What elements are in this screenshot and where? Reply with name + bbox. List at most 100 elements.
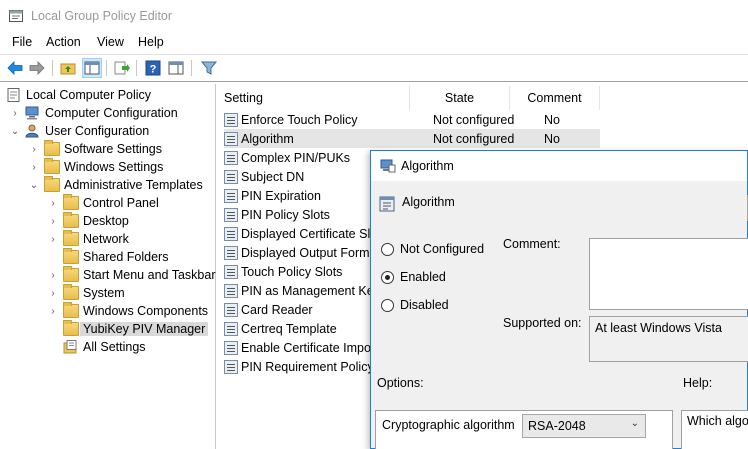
table-row[interactable]: Displayed Output Format [224, 243, 380, 262]
help-label: Help: [683, 376, 713, 390]
chevron-right-icon[interactable]: › [9, 107, 21, 119]
radio-not-configured[interactable]: Not Configured [381, 242, 484, 256]
tree-item-control-panel[interactable]: › Control Panel [47, 194, 159, 212]
chevron-right-icon[interactable]: › [47, 305, 59, 317]
column-header-state[interactable]: State [410, 86, 510, 110]
tree-item-windows-settings[interactable]: › Windows Settings [28, 158, 163, 176]
radio-enabled[interactable]: Enabled [381, 270, 446, 284]
tree-item-label: Administrative Templates [64, 178, 203, 192]
table-row[interactable]: PIN Requirement Policy [224, 357, 374, 376]
tree-item-software-settings[interactable]: › Software Settings [28, 140, 162, 158]
table-row[interactable]: PIN Expiration [224, 186, 321, 205]
chevron-right-icon[interactable]: › [28, 143, 40, 155]
folder-icon [63, 302, 79, 318]
dialog-titlebar[interactable]: Algorithm [371, 151, 747, 181]
chevron-right-icon[interactable]: › [47, 287, 59, 299]
help-text: Which algori [687, 414, 748, 428]
folder-icon [63, 212, 79, 228]
export-list-button[interactable] [112, 58, 132, 78]
setting-comment: No [544, 131, 560, 146]
show-hide-tree-button[interactable] [82, 58, 102, 78]
table-row[interactable]: Displayed Certificate Slots [224, 224, 387, 243]
table-row[interactable]: Algorithm Not configured No [224, 129, 600, 148]
chevron-right-icon[interactable]: › [47, 269, 59, 281]
crypto-algorithm-label: Cryptographic algorithm [382, 418, 515, 432]
forward-icon [29, 61, 45, 75]
menu-file[interactable]: File [12, 35, 32, 49]
table-row[interactable]: Certreq Template [224, 319, 337, 338]
table-row[interactable]: Subject DN [224, 167, 304, 186]
menu-help[interactable]: Help [138, 35, 164, 49]
options-label: Options: [377, 376, 424, 390]
comment-field[interactable] [589, 238, 748, 310]
table-row[interactable]: Enable Certificate Import [224, 338, 379, 357]
back-button[interactable] [5, 58, 25, 78]
policy-document-icon [7, 88, 20, 102]
chevron-right-icon[interactable]: › [28, 161, 40, 173]
up-folder-button[interactable] [58, 58, 78, 78]
tree-item-label: System [83, 286, 125, 300]
radio-circle [381, 298, 394, 312]
setting-name: PIN Policy Slots [241, 207, 330, 222]
tree-item-network[interactable]: › Network [47, 230, 129, 248]
tree-item-yubikey-piv-manager[interactable]: YubiKey PIV Manager [63, 320, 209, 338]
policy-setting-icon [224, 359, 238, 374]
show-hide-action-pane-button[interactable] [166, 58, 186, 78]
chevron-right-icon[interactable]: › [47, 233, 59, 245]
radio-label: Not Configured [400, 242, 485, 256]
menu-view[interactable]: View [97, 35, 124, 49]
policy-setting-icon [224, 169, 238, 184]
policy-setting-icon [224, 321, 238, 336]
group-policy-app-icon [9, 10, 23, 22]
policy-setting-icon [224, 302, 238, 317]
tree-item-label: Desktop [83, 214, 129, 228]
supported-on-value: At least Windows Vista [589, 316, 748, 362]
table-row[interactable]: PIN as Management Key [224, 281, 380, 300]
computer-icon [25, 106, 39, 120]
tree-item-user-configuration[interactable]: ⌄ User Configuration [9, 122, 149, 140]
tree-item-label: YubiKey PIV Manager [80, 322, 209, 336]
column-header-comment[interactable]: Comment [510, 86, 600, 110]
policy-setting-icon [224, 131, 238, 146]
show-hide-tree-icon [84, 61, 100, 75]
table-row[interactable]: Touch Policy Slots [224, 262, 342, 281]
table-row[interactable]: Enforce Touch Policy Not configured No [224, 110, 600, 129]
help-button[interactable]: ? [143, 58, 163, 78]
setting-name: PIN as Management Key [241, 283, 380, 298]
tree-item-label: Software Settings [64, 142, 162, 156]
chevron-right-icon[interactable]: › [47, 215, 59, 227]
tree-item-start-menu-and-taskbar[interactable]: › Start Menu and Taskbar [47, 266, 215, 284]
tree-item-shared-folders[interactable]: Shared Folders [63, 248, 168, 266]
forward-button[interactable] [27, 58, 47, 78]
radio-disabled[interactable]: Disabled [381, 298, 449, 312]
folder-icon [63, 248, 79, 264]
chevron-down-icon[interactable]: ⌄ [28, 179, 40, 191]
table-row[interactable]: Card Reader [224, 300, 313, 319]
policy-setting-icon [224, 340, 238, 355]
tree-item-computer-configuration[interactable]: › Computer Configuration [9, 104, 177, 122]
tree-item-label: Network [83, 232, 129, 246]
chevron-down-icon: ⌄ [630, 418, 639, 429]
tree-item-windows-components[interactable]: › Windows Components [47, 302, 208, 320]
tree-item-all-settings[interactable]: All Settings [63, 338, 146, 356]
setting-state: Not configured [433, 131, 515, 146]
column-header-setting[interactable]: Setting [224, 86, 410, 110]
chevron-down-icon[interactable]: ⌄ [9, 125, 21, 137]
menu-action[interactable]: Action [46, 35, 81, 49]
tree-item-administrative-templates[interactable]: ⌄ Administrative Templates [28, 176, 203, 194]
setting-comment: No [544, 112, 560, 127]
table-row[interactable]: Complex PIN/PUKs [224, 148, 350, 167]
toolbar: ? [0, 54, 748, 82]
help-panel: Which algori [681, 410, 748, 449]
filter-button[interactable] [199, 58, 219, 78]
crypto-algorithm-select[interactable]: RSA-2048 ⌄ [522, 414, 646, 438]
table-row[interactable]: PIN Policy Slots [224, 205, 330, 224]
column-header-label: State [444, 91, 475, 105]
tree-item-label: User Configuration [45, 124, 150, 138]
tree-item-system[interactable]: › System [47, 284, 125, 302]
tree-item-label: Local Computer Policy [26, 88, 152, 102]
tree-item-local-computer-policy[interactable]: Local Computer Policy [6, 86, 151, 104]
tree-item-desktop[interactable]: › Desktop [47, 212, 129, 230]
chevron-right-icon[interactable]: › [47, 197, 59, 209]
radio-label: Enabled [400, 270, 446, 284]
